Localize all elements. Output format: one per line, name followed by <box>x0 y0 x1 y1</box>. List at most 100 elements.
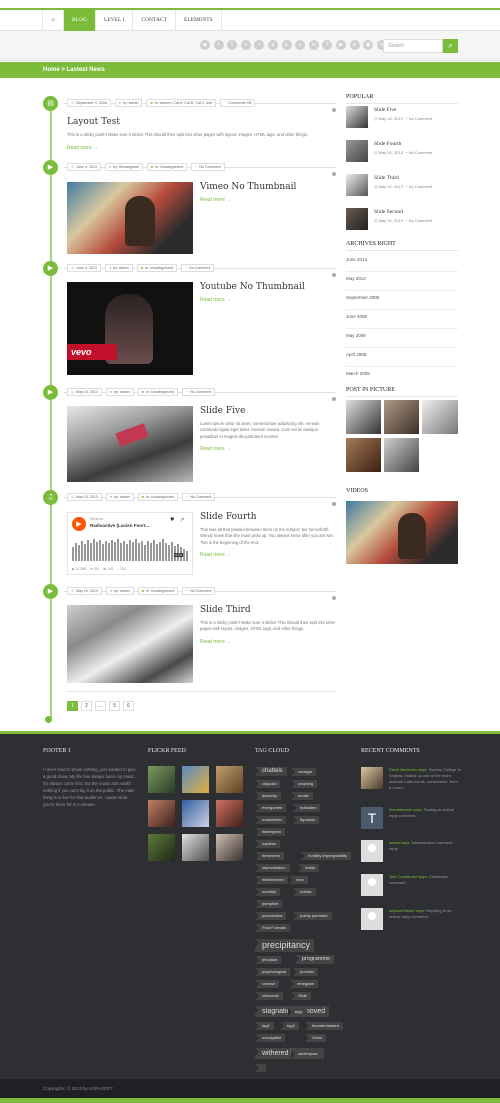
meta-categories[interactable]: ■ In: Uncategorized <box>137 388 179 396</box>
meta-author[interactable]: ● by: admin <box>105 493 134 501</box>
meta-categories[interactable]: ■ In: Uncategorized <box>137 587 179 595</box>
archive-link[interactable]: March 2008 <box>346 368 458 386</box>
tag-link[interactable]: habergeon <box>255 828 286 836</box>
archive-link[interactable]: June 2008 <box>346 311 458 329</box>
nav-item-level-1[interactable]: Level I <box>94 10 132 31</box>
pinterest-icon[interactable]: p <box>349 40 360 50</box>
picture-thumb[interactable] <box>346 438 381 472</box>
tag-link[interactable]: tag3 <box>280 1022 299 1030</box>
tag-link[interactable]: outlaw <box>293 888 316 896</box>
page-1[interactable]: 1 <box>67 701 78 711</box>
google-plus-icon[interactable]: g <box>267 40 278 50</box>
facebook-icon[interactable]: f <box>213 40 224 50</box>
tag-link[interactable]: pointy pomeare <box>293 912 332 920</box>
archive-link[interactable]: June 2013 <box>346 254 458 272</box>
tag-link[interactable]: Video <box>305 1034 327 1042</box>
heart-icon[interactable]: ♥ <box>170 517 174 523</box>
read-more-link[interactable]: Read more → <box>200 197 231 203</box>
search-button[interactable]: ⌕ <box>443 39 458 53</box>
meta-categories[interactable]: ■ In: Uncategorized <box>136 264 178 272</box>
popular-title[interactable]: Slide Second <box>374 209 403 215</box>
tag-link[interactable]: crushing <box>291 780 318 788</box>
archive-link[interactable]: May 2013 <box>346 273 458 291</box>
tag-link[interactable]: ephialtes <box>293 804 321 812</box>
tag-link[interactable]: Slide <box>291 992 311 1000</box>
tag-link[interactable]: puncher <box>293 968 319 976</box>
page-6[interactable]: 6 <box>123 701 134 711</box>
meta-comments[interactable]: ◔ Comments Off <box>220 99 256 107</box>
post-thumbnail-image[interactable] <box>67 605 193 683</box>
tag-link[interactable]: psychological <box>255 968 291 976</box>
tag-link[interactable]: figuarole <box>293 816 320 824</box>
tag-link[interactable]: renegade <box>290 980 318 988</box>
linkedin-icon[interactable]: in <box>308 40 319 50</box>
nav-item-blog[interactable]: Blog <box>63 10 95 31</box>
nav-item-elements[interactable]: Elements <box>174 10 222 31</box>
tag-link[interactable]: monthly <box>255 888 281 896</box>
post-title[interactable]: Slide Third <box>200 605 251 615</box>
page-2[interactable]: 2 <box>81 701 92 711</box>
tag-link[interactable]: dinarchy <box>255 792 282 800</box>
meta-comments[interactable]: ◔ No Comment <box>182 388 216 396</box>
flickr-thumb[interactable] <box>182 800 209 827</box>
tag-link[interactable]: mon <box>289 876 308 884</box>
waveform[interactable] <box>72 535 190 563</box>
tag-link[interactable]: privation <box>255 956 282 964</box>
tag-link[interactable]: hapless <box>255 840 280 848</box>
tag-link[interactable]: hertzment <box>255 852 284 860</box>
popular-item[interactable]: Slide Fourth ◷ May 10, 2013 ◔ No Comment <box>346 140 458 168</box>
post-title[interactable]: Youtube No Thumbnail <box>200 282 305 292</box>
tag-link[interactable]: xanthopsia <box>291 1050 322 1058</box>
post-title[interactable]: Slide Five <box>200 406 245 416</box>
flickr-thumb[interactable] <box>148 834 175 861</box>
flickr-thumb[interactable] <box>216 766 243 793</box>
post-title[interactable]: Slide Fourth <box>200 512 257 522</box>
tag-link[interactable]: tag1 <box>288 1008 307 1016</box>
flickr-thumb[interactable] <box>182 766 209 793</box>
tag-link[interactable]: programme <box>295 955 335 964</box>
tag-link[interactable]: ramose <box>255 980 280 988</box>
tag-link[interactable]: inside <box>298 864 320 872</box>
read-more-link[interactable]: Read more → <box>200 297 231 303</box>
flickr-thumb[interactable] <box>148 766 175 793</box>
youtube-video-embed[interactable]: vevo <box>67 282 193 375</box>
post-thumbnail-image[interactable] <box>67 182 193 254</box>
meta-comments[interactable]: ◔ No Comment <box>182 587 216 595</box>
tag-link[interactable]: tag2 <box>255 1022 274 1030</box>
tag-link[interactable]: chattels <box>255 767 287 776</box>
tag-link[interactable]: eudiometer <box>255 816 287 824</box>
flickr-icon[interactable]: • <box>254 40 265 50</box>
dribbble-icon[interactable]: ◎ <box>281 40 292 50</box>
sc-track[interactable]: Radioactive (Lucien Foort... <box>90 523 149 528</box>
tag-link[interactable]: improvisation <box>255 864 290 872</box>
tag-link[interactable]: thunderheaded <box>305 1022 343 1030</box>
flickr-thumb[interactable] <box>216 800 243 827</box>
comment-author[interactable]: themedemos says: <box>389 807 423 812</box>
flickr-thumb[interactable] <box>182 834 209 861</box>
popular-item[interactable]: Slide Second ◷ May 10, 2013 ◔ No Comment <box>346 208 458 236</box>
popular-item[interactable]: Slide Third ◷ May 10, 2013 ◔ No Comment <box>346 174 458 202</box>
flickr-thumb[interactable] <box>216 834 243 861</box>
twitter-icon[interactable]: t <box>227 40 238 50</box>
meta-author[interactable]: ● by: admin <box>104 264 133 272</box>
comment-author[interactable]: Test Contributor says: <box>389 874 428 879</box>
meta-author[interactable]: ● by: admin <box>105 388 134 396</box>
archive-link[interactable]: April 2008 <box>346 349 458 367</box>
tumblr-icon[interactable]: t <box>322 40 333 50</box>
tag-link[interactable]: hostility impregnability <box>301 852 352 860</box>
vimeo-icon[interactable]: v <box>240 40 251 50</box>
meta-categories[interactable]: ■ In: Uncategorized <box>137 493 179 501</box>
tag-link[interactable] <box>255 1064 266 1072</box>
picture-thumb[interactable] <box>422 400 458 434</box>
play-button[interactable]: ▶ <box>72 517 86 531</box>
meta-categories[interactable]: ■ In: aciform, Cat A, Cat B, Cat C, sub <box>146 99 217 107</box>
share-icon[interactable]: ↗ <box>180 517 184 523</box>
tag-link[interactable]: pamphlet <box>255 900 283 908</box>
read-more-link[interactable]: Read more → <box>200 552 231 558</box>
picture-thumb[interactable] <box>384 400 419 434</box>
picture-thumb[interactable] <box>384 438 419 472</box>
archive-link[interactable]: May 2008 <box>346 330 458 348</box>
comment-author[interactable]: David Beckham says: <box>389 767 427 772</box>
comment-author[interactable]: admin says: <box>389 840 410 845</box>
tag-link[interactable]: energumen <box>255 804 287 812</box>
